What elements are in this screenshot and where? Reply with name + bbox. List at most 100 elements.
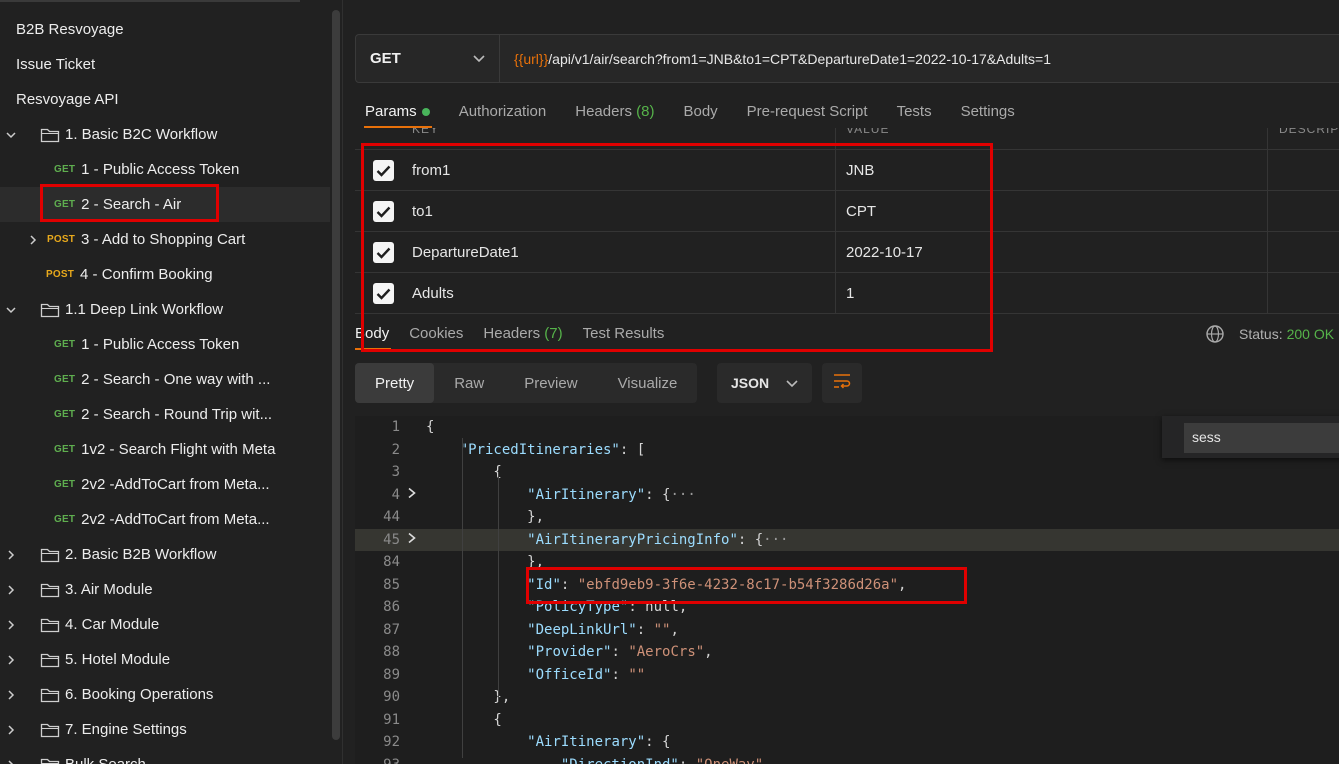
format-select[interactable]: JSON bbox=[717, 363, 812, 403]
sidebar-item[interactable]: Resvoyage API bbox=[0, 82, 330, 117]
url-variable: {{url}} bbox=[514, 50, 549, 67]
code-line: 89 "OfficeId": "" bbox=[355, 664, 1339, 687]
tab-params[interactable]: Params bbox=[365, 103, 430, 120]
view-preview-button[interactable]: Preview bbox=[504, 363, 597, 403]
code-text: "Provider": "AeroCrs", bbox=[527, 644, 713, 660]
sidebar-item[interactable]: GET 2v2 -AddToCart from Meta... bbox=[0, 467, 330, 502]
column-value: VALUE bbox=[846, 128, 890, 136]
folder-icon bbox=[40, 757, 60, 764]
folder-icon bbox=[40, 547, 60, 563]
tab-prerequest-script[interactable]: Pre-request Script bbox=[747, 103, 868, 120]
folder-icon bbox=[40, 652, 60, 668]
sidebar-item[interactable]: 1. Basic B2C Workflow bbox=[0, 117, 330, 152]
code-text: "OfficeId": "" bbox=[527, 666, 646, 683]
sidebar-item-label: 7. Engine Settings bbox=[65, 721, 187, 738]
sidebar-item-label: 3 - Add to Shopping Cart bbox=[81, 231, 246, 248]
chevron-right-icon[interactable] bbox=[0, 619, 22, 631]
chevron-right-icon[interactable] bbox=[22, 234, 44, 246]
code-text: "AirItineraryPricingInfo": {··· bbox=[527, 531, 789, 548]
status-value: 200 OK bbox=[1286, 326, 1335, 342]
code-line: 3 { bbox=[355, 461, 1339, 484]
wrap-lines-button[interactable] bbox=[822, 363, 862, 403]
sidebar-item-label: 1. Basic B2C Workflow bbox=[65, 126, 218, 143]
tab-body[interactable]: Body bbox=[683, 103, 717, 120]
highlight-box-search-air bbox=[40, 184, 219, 222]
url-input[interactable]: {{url}}/api/v1/air/search?from1=JNB&to1=… bbox=[500, 35, 1051, 82]
column-key: KEY bbox=[412, 128, 440, 136]
url-path: /api/v1/air/search?from1=JNB&to1=CPT&Dep… bbox=[548, 50, 1051, 67]
chevron-right-icon[interactable] bbox=[0, 724, 22, 736]
code-text: "AirItinerary": {··· bbox=[527, 486, 696, 503]
sidebar-item-label: 6. Booking Operations bbox=[65, 686, 214, 703]
line-number: 1 bbox=[391, 419, 400, 435]
folder-icon bbox=[40, 722, 60, 738]
response-status: Status: 200 OK bbox=[1205, 324, 1334, 344]
sidebar-item-label: 4. Car Module bbox=[65, 616, 160, 633]
sidebar-item[interactable]: 3. Air Module bbox=[0, 572, 330, 607]
sidebar-item[interactable]: B2B Resvoyage bbox=[0, 12, 330, 47]
fold-chevron-icon[interactable] bbox=[407, 484, 417, 507]
sidebar-item[interactable]: 1.1 Deep Link Workflow bbox=[0, 292, 330, 327]
method-value: GET bbox=[370, 50, 401, 67]
sidebar-item[interactable]: GET 1 - Public Access Token bbox=[0, 152, 330, 187]
method-badge: GET bbox=[54, 339, 76, 350]
line-number: 89 bbox=[383, 666, 400, 683]
sidebar-scrollbar[interactable] bbox=[332, 10, 340, 740]
sidebar-item[interactable]: GET 2 - Search - One way with ... bbox=[0, 362, 330, 397]
chevron-right-icon[interactable] bbox=[0, 689, 22, 701]
sidebar-item[interactable]: 6. Booking Operations bbox=[0, 677, 330, 712]
sidebar-item[interactable]: 4. Car Module bbox=[0, 607, 330, 642]
sidebar-item[interactable]: Issue Ticket bbox=[0, 47, 330, 82]
sidebar-item-label: 3. Air Module bbox=[65, 581, 153, 598]
sidebar-item-label: 2 - Search - Round Trip wit... bbox=[81, 406, 273, 423]
sidebar-item[interactable]: 2. Basic B2B Workflow bbox=[0, 537, 330, 572]
tab-headers[interactable]: Headers (8) bbox=[575, 103, 654, 120]
folder-icon bbox=[40, 687, 60, 703]
sidebar-item-label: 5. Hotel Module bbox=[65, 651, 171, 668]
find-input[interactable]: sess bbox=[1184, 423, 1339, 453]
sidebar-item[interactable]: 5. Hotel Module bbox=[0, 642, 330, 677]
tab-settings[interactable]: Settings bbox=[961, 103, 1015, 120]
tab-tests[interactable]: Tests bbox=[897, 103, 932, 120]
folder-icon bbox=[40, 302, 60, 318]
request-tabs: Params Authorization Headers (8) Body Pr… bbox=[365, 103, 1044, 120]
sidebar-item[interactable]: GET 2 - Search - Round Trip wit... bbox=[0, 397, 330, 432]
view-pretty-button[interactable]: Pretty bbox=[355, 363, 435, 403]
fold-chevron-icon[interactable] bbox=[407, 529, 417, 552]
sidebar-item-label: 2 - Search - One way with ... bbox=[81, 371, 271, 388]
view-visualize-button[interactable]: Visualize bbox=[598, 363, 698, 403]
line-number: 3 bbox=[391, 464, 400, 480]
code-line: 93 "DirectionInd": "OneWay", bbox=[355, 754, 1339, 764]
method-badge: GET bbox=[54, 409, 76, 420]
sidebar-item[interactable]: 7. Engine Settings bbox=[0, 712, 330, 747]
line-number: 92 bbox=[383, 734, 400, 750]
chevron-right-icon[interactable] bbox=[0, 759, 22, 764]
sidebar-item-label: 1 - Public Access Token bbox=[81, 336, 240, 353]
chevron-down-icon[interactable] bbox=[0, 129, 22, 141]
sidebar-item[interactable]: GET 1 - Public Access Token bbox=[0, 327, 330, 362]
method-badge: GET bbox=[54, 374, 76, 385]
sidebar-item[interactable]: POST 3 - Add to Shopping Cart bbox=[0, 222, 330, 257]
method-select[interactable]: GET bbox=[356, 35, 500, 82]
tab-params-label: Params bbox=[365, 103, 417, 120]
code-text: "DeepLinkUrl": "", bbox=[527, 621, 679, 638]
sidebar-item[interactable]: POST 4 - Confirm Booking bbox=[0, 257, 330, 292]
chevron-right-icon[interactable] bbox=[0, 584, 22, 596]
code-line: 44 }, bbox=[355, 506, 1339, 529]
chevron-right-icon[interactable] bbox=[0, 654, 22, 666]
code-line: 90 }, bbox=[355, 686, 1339, 709]
sidebar-item[interactable]: GET 2v2 -AddToCart from Meta... bbox=[0, 502, 330, 537]
sidebar-item[interactable]: Bulk Search bbox=[0, 747, 330, 764]
sidebar-item-label: Issue Ticket bbox=[16, 56, 96, 73]
method-badge: POST bbox=[46, 269, 75, 280]
view-raw-button[interactable]: Raw bbox=[434, 363, 504, 403]
chevron-down-icon[interactable] bbox=[0, 304, 22, 316]
sidebar-item[interactable]: GET 1v2 - Search Flight with Meta bbox=[0, 432, 330, 467]
chevron-right-icon[interactable] bbox=[0, 549, 22, 561]
sidebar-item-label: 4 - Confirm Booking bbox=[80, 266, 213, 283]
tab-authorization[interactable]: Authorization bbox=[459, 103, 547, 120]
line-number: 84 bbox=[383, 554, 400, 570]
line-number: 45 bbox=[383, 531, 400, 548]
globe-icon[interactable] bbox=[1205, 324, 1225, 344]
format-value: JSON bbox=[731, 375, 770, 391]
